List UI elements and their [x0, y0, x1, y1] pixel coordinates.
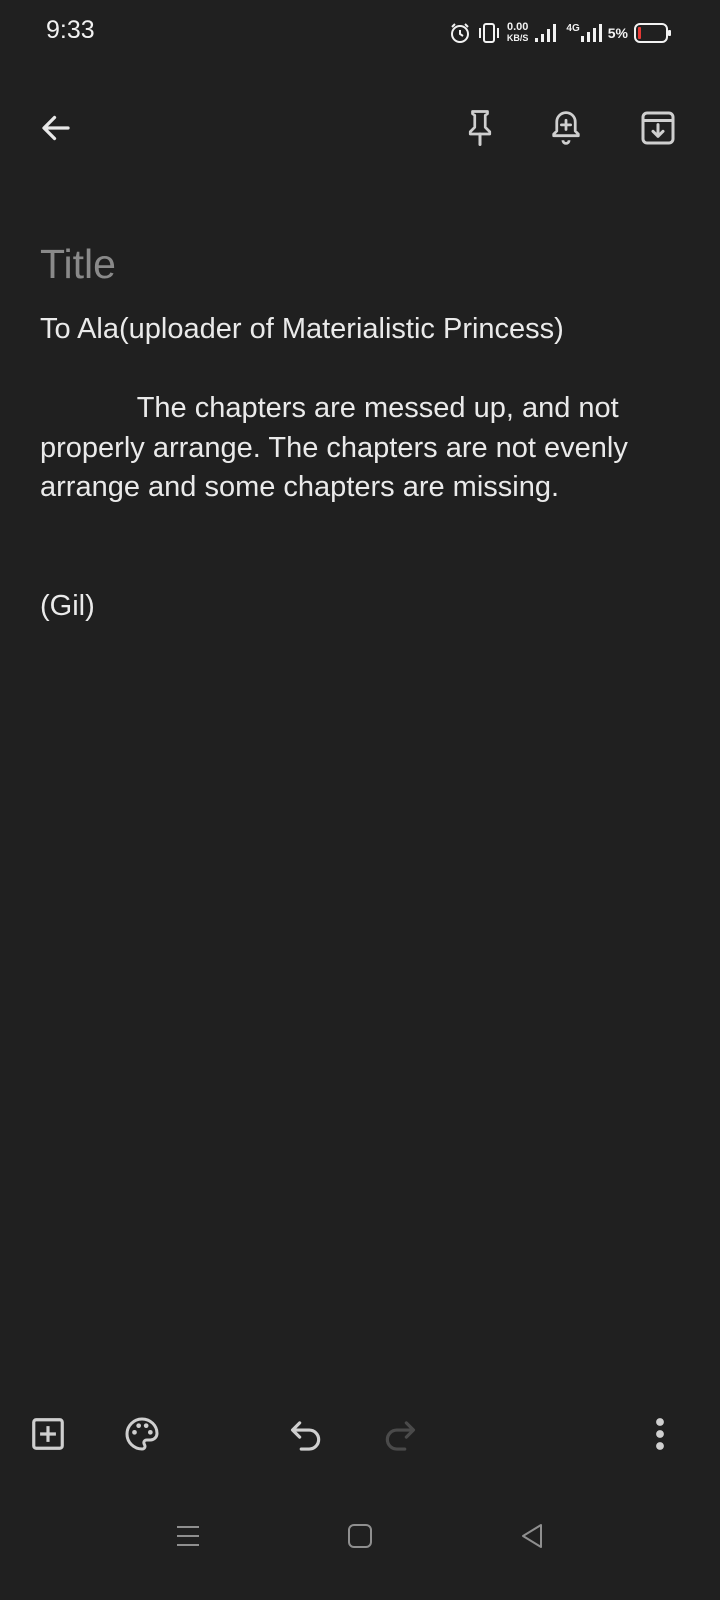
palette-icon — [122, 1414, 162, 1454]
add-button[interactable] — [20, 1406, 76, 1462]
back-triangle-icon — [519, 1522, 545, 1555]
note-toolbar — [0, 86, 720, 172]
note-editor: To Ala(uploader of Materialistic Princes… — [40, 236, 690, 626]
recents-menu-icon — [174, 1523, 202, 1554]
note-body-text[interactable]: To Ala(uploader of Materialistic Princes… — [40, 310, 690, 626]
pin-icon — [462, 108, 498, 148]
status-time: 9:33 — [46, 16, 95, 44]
back-button[interactable] — [26, 98, 86, 158]
note-bottom-bar — [0, 1400, 720, 1470]
add-box-icon — [29, 1415, 67, 1453]
vibrate-icon — [477, 22, 501, 44]
recents-button[interactable] — [158, 1518, 218, 1558]
background-color-button[interactable] — [114, 1406, 170, 1462]
archive-button[interactable] — [628, 98, 688, 158]
signal-4g-icon: 4G — [566, 23, 602, 43]
network-speed: 0.00 KB/S — [507, 22, 529, 44]
system-nav-bar — [0, 1500, 720, 1600]
network-speed-unit: KB/S — [506, 33, 529, 43]
network-type: 4G — [566, 23, 580, 34]
alarm-icon — [449, 22, 471, 44]
redo-button[interactable] — [372, 1406, 428, 1462]
nav-back-button[interactable] — [502, 1518, 562, 1558]
home-button[interactable] — [330, 1518, 390, 1558]
reminder-button[interactable] — [536, 98, 596, 158]
battery-percent: 5% — [607, 25, 628, 41]
home-square-icon — [347, 1523, 373, 1554]
redo-icon — [381, 1415, 419, 1453]
note-title-input[interactable] — [40, 236, 680, 292]
status-icons: 0.00 KB/S 4G 5% — [449, 18, 672, 48]
status-bar: 9:33 0.00 KB/S 4G 5% — [0, 0, 720, 64]
undo-icon — [287, 1415, 325, 1453]
more-options-button[interactable] — [632, 1406, 688, 1462]
network-speed-value: 0.00 — [506, 21, 529, 33]
pin-button[interactable] — [450, 98, 510, 158]
archive-icon — [638, 108, 678, 148]
undo-button[interactable] — [278, 1406, 334, 1462]
reminder-bell-icon — [547, 108, 585, 148]
signal-icon — [534, 23, 560, 43]
back-arrow-icon — [38, 110, 74, 146]
more-vert-icon — [654, 1415, 666, 1453]
battery-icon — [634, 22, 672, 44]
